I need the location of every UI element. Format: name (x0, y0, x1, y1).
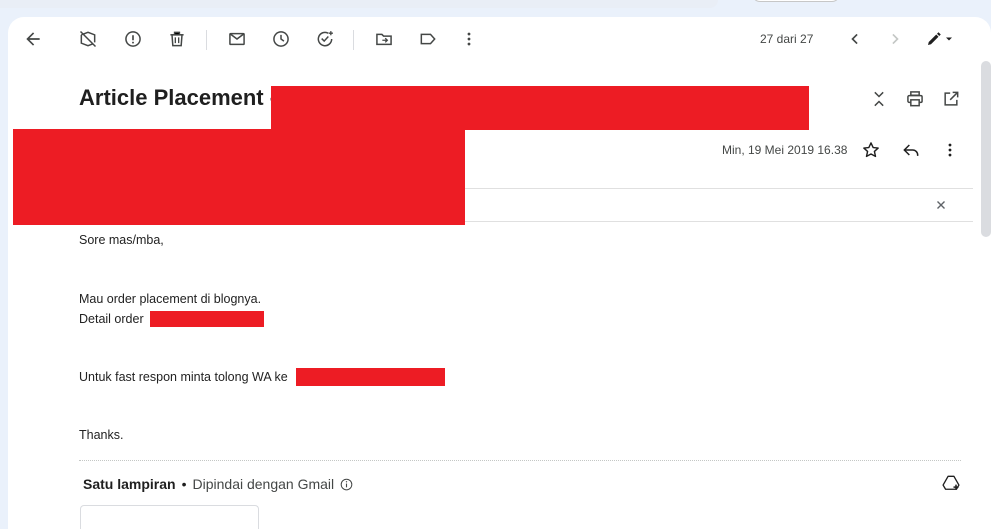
email-subject: Article Placement - (79, 85, 278, 110)
move-folder-icon (376, 33, 392, 46)
report-spam-button[interactable] (116, 22, 150, 56)
toolbar-separator (353, 30, 354, 50)
add-task-icon (317, 31, 333, 47)
more-vert-icon (948, 143, 952, 157)
toolbar-separator (206, 30, 207, 50)
scrollbar-thumb[interactable] (981, 61, 991, 237)
attachments-separator: • (181, 476, 187, 492)
attachments-title: Satu lampiran (83, 476, 176, 492)
notice-top-border (463, 188, 973, 189)
body-line-contact: Untuk fast respon minta tolong WA ke (79, 370, 288, 384)
redaction-contact (296, 368, 445, 386)
mark-unread-button[interactable] (220, 22, 254, 56)
unfold-less-icon (874, 91, 884, 107)
back-button[interactable] (16, 22, 50, 56)
email-panel: 27 dari 27 Article Placement - Min, 19 M… (8, 17, 991, 529)
body-greeting: Sore mas/mba, (79, 233, 164, 247)
add-to-tasks-button[interactable] (308, 22, 342, 56)
scanned-by-gmail: Dipindai dengan Gmail (192, 476, 335, 492)
archive-off-icon (79, 30, 97, 48)
email-date: Min, 19 Mei 2019 16.38 (722, 143, 848, 157)
more-vert-icon (467, 32, 471, 46)
reply-icon (903, 144, 919, 156)
open-in-new-icon (944, 91, 959, 106)
input-tools-button[interactable] (920, 22, 960, 56)
redaction-subject (271, 86, 809, 130)
reply-button[interactable] (896, 135, 926, 165)
archive-button[interactable] (71, 22, 105, 56)
mail-icon (229, 32, 245, 46)
report-icon (125, 31, 141, 47)
body-line-order: Mau order placement di blognya. (79, 292, 262, 306)
star-icon (863, 142, 879, 158)
body-closing: Thanks. (79, 428, 124, 442)
drive-add-icon (942, 475, 960, 490)
info-icon[interactable] (339, 477, 354, 492)
body-line-detail: Detail order (79, 312, 144, 326)
pager-count: 27 dari 27 (760, 32, 814, 46)
star-button[interactable] (856, 135, 886, 165)
dismiss-notice-button[interactable] (933, 197, 949, 213)
print-icon (907, 91, 923, 107)
email-toolbar: 27 dari 27 (8, 17, 991, 63)
attachments-header: Satu lampiran • Dipindai dengan Gmail (83, 476, 354, 492)
collapse-all-button[interactable] (864, 84, 894, 114)
redaction-sender (13, 129, 465, 225)
arrow-back-icon (26, 32, 40, 46)
delete-button[interactable] (160, 22, 194, 56)
attachment-card[interactable] (80, 505, 259, 529)
notice-bottom-border (463, 221, 973, 222)
move-to-button[interactable] (367, 22, 401, 56)
chevron-right-icon (892, 33, 899, 45)
add-to-drive-button[interactable] (936, 468, 966, 498)
attachment-divider (79, 460, 961, 461)
chevron-left-icon (851, 33, 858, 45)
caret-down-icon (946, 37, 952, 41)
print-all-button[interactable] (900, 84, 930, 114)
newer-button[interactable] (838, 22, 872, 56)
top-strip (0, 0, 991, 16)
clock-icon (273, 31, 289, 47)
open-new-window-button[interactable] (936, 84, 966, 114)
search-bar-edge[interactable] (0, 0, 718, 8)
close-icon (937, 201, 945, 209)
message-more-button[interactable] (935, 135, 965, 165)
trash-icon (170, 31, 184, 47)
label-icon (420, 33, 436, 45)
redaction-detail (150, 311, 264, 327)
snooze-button[interactable] (264, 22, 298, 56)
more-options-button[interactable] (452, 22, 486, 56)
labels-button[interactable] (411, 22, 445, 56)
header-pill-edge[interactable] (752, 0, 840, 2)
pencil-icon (928, 32, 941, 45)
older-button[interactable] (878, 22, 912, 56)
